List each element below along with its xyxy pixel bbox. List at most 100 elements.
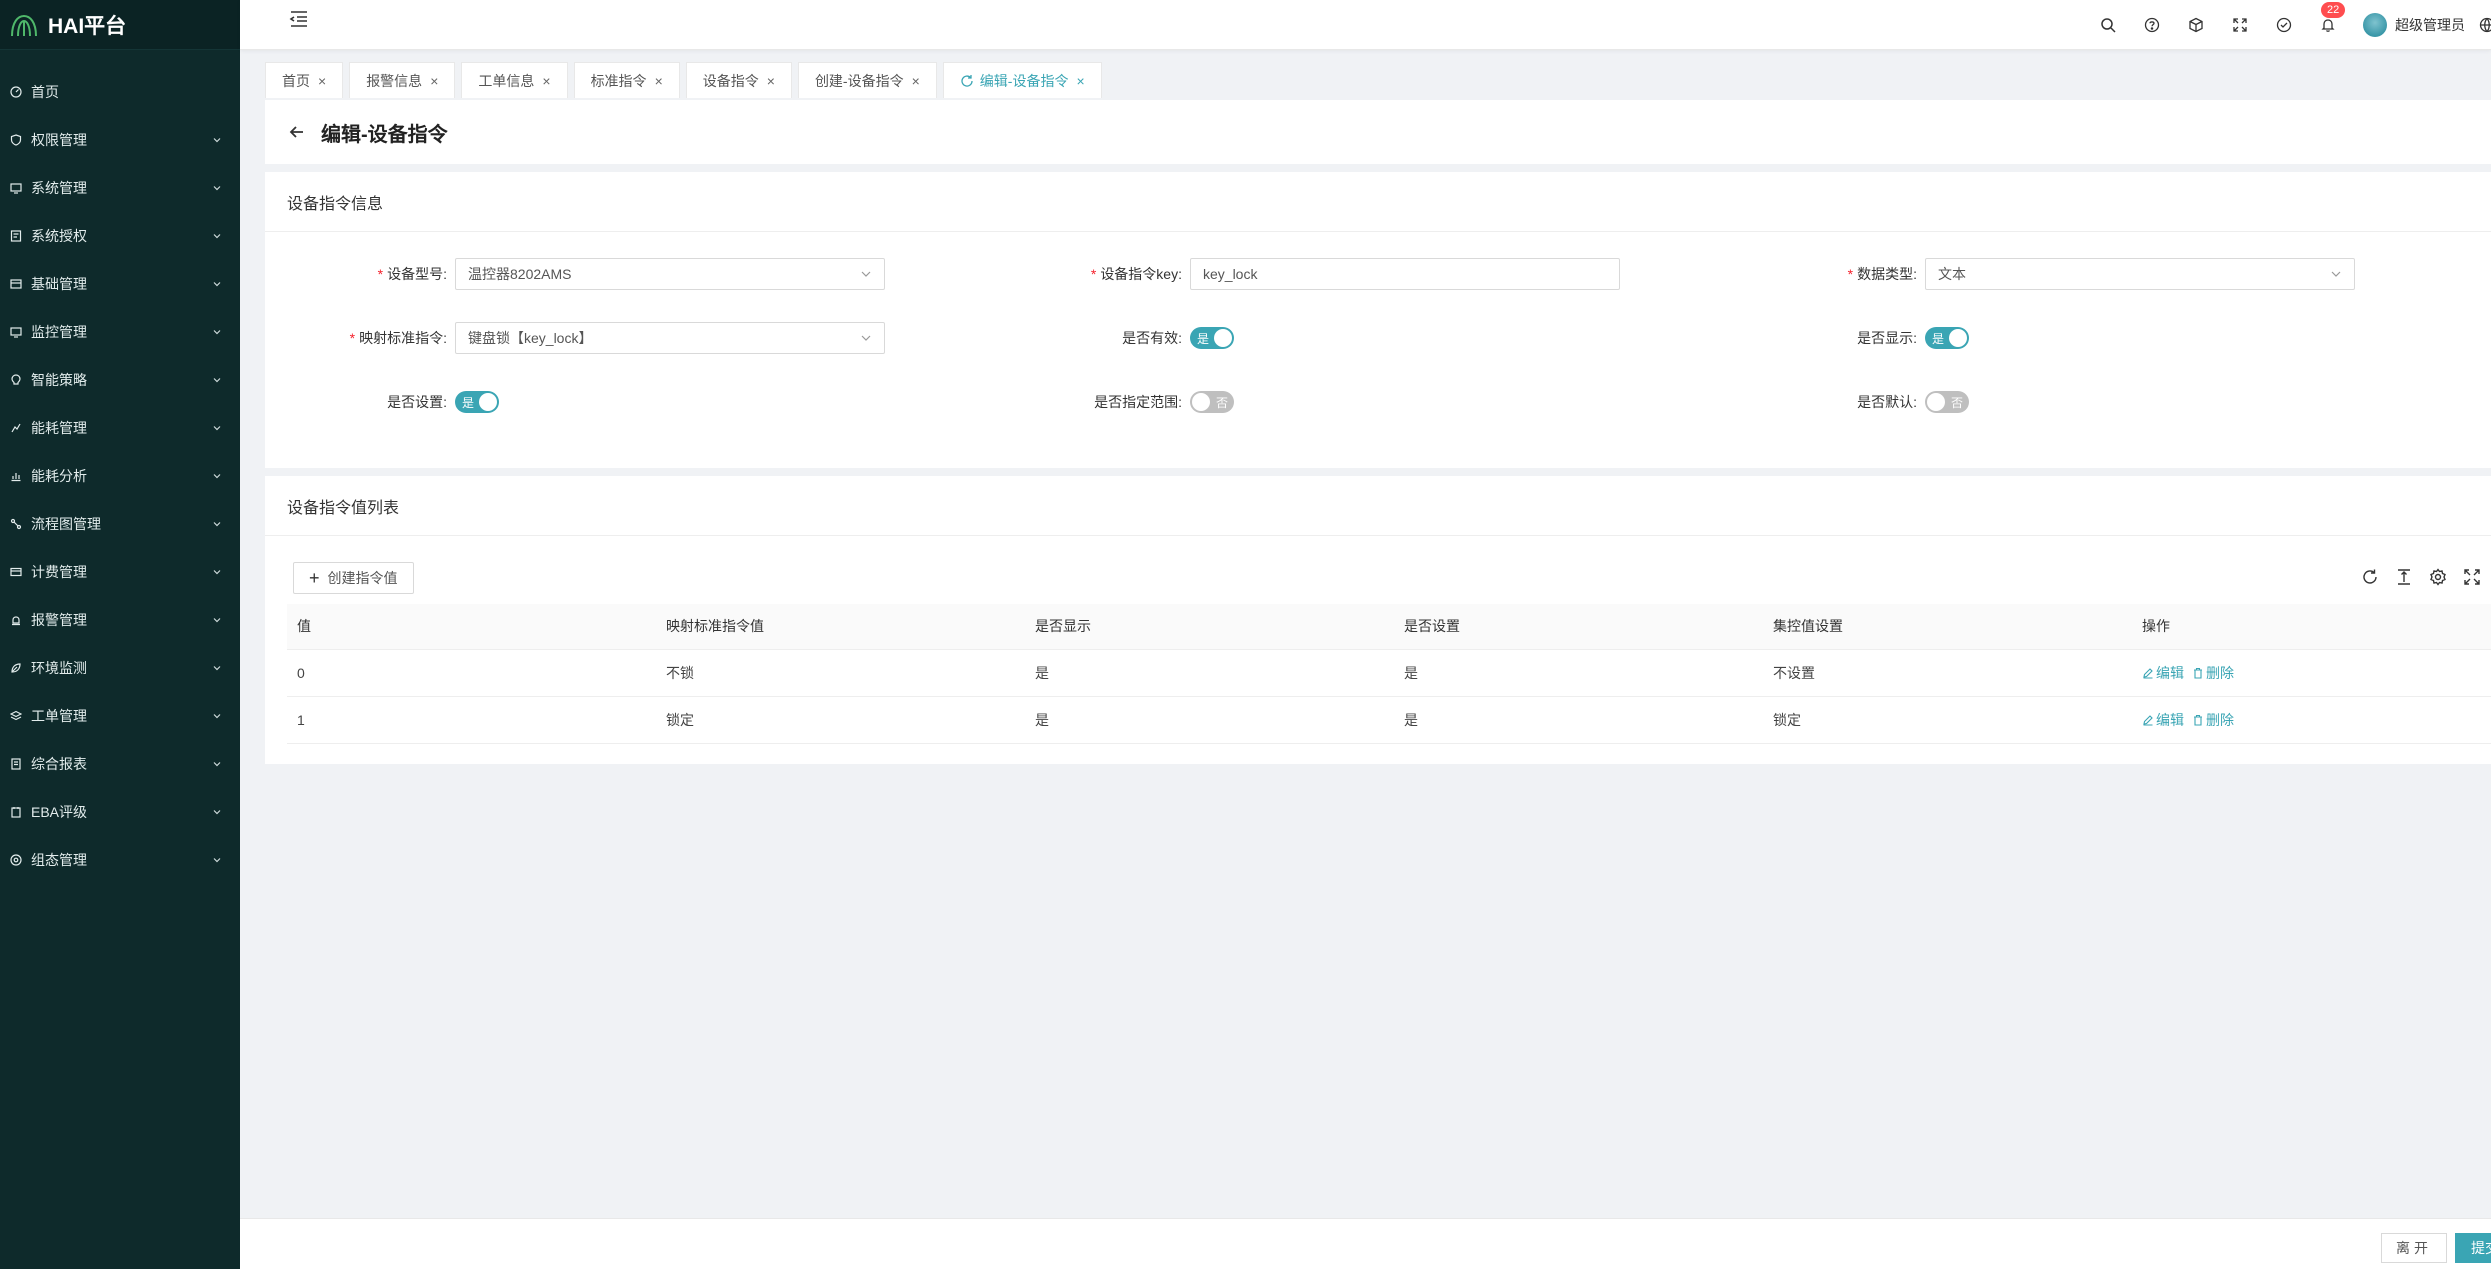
leaf-icon bbox=[10, 662, 22, 674]
sidebar-item-9[interactable]: 流程图管理 bbox=[0, 500, 240, 548]
is-setting-switch[interactable]: 是 bbox=[455, 391, 499, 413]
tab-label: 工单信息 bbox=[478, 72, 535, 89]
command-value-list-panel: 设备指令值列表 + 创建指令值 值映射标准指令值 是否显示 是否设置 集控值设置 操作 0… bbox=[265, 476, 2491, 764]
edit-button[interactable]: 编辑 bbox=[2142, 710, 2184, 730]
close-icon[interactable]: × bbox=[318, 73, 326, 89]
cell-mapped: 不锁 bbox=[656, 649, 1025, 697]
tab-4[interactable]: 设备指令 × bbox=[685, 62, 792, 98]
mapped-command-row: * 映射标准指令: 键盘锁【key_lock】 bbox=[265, 322, 885, 354]
close-icon[interactable]: × bbox=[430, 73, 438, 89]
table-row: 1 锁定是是锁定 编辑 删除 bbox=[287, 696, 2491, 744]
tab-0[interactable]: 首页 × bbox=[265, 62, 344, 98]
chevron-down-icon bbox=[213, 618, 221, 623]
close-icon[interactable]: × bbox=[1076, 73, 1084, 89]
leaf-logo-icon bbox=[11, 14, 37, 36]
is-setting-label: 是否设置: bbox=[387, 394, 447, 410]
globe-icon[interactable] bbox=[2479, 17, 2491, 33]
sidebar-item-10[interactable]: 计费管理 bbox=[0, 548, 240, 596]
sidebar-item-1[interactable]: 权限管理 bbox=[0, 116, 240, 164]
sidebar-item-7[interactable]: 能耗管理 bbox=[0, 404, 240, 452]
sidebar-item-2[interactable]: 系统管理 bbox=[0, 164, 240, 212]
table-header-row: 值映射标准指令值 是否显示 是否设置 集控值设置 操作 bbox=[287, 604, 2491, 650]
sidebar-item-label: 综合报表 bbox=[31, 756, 87, 772]
settings-icon[interactable] bbox=[2429, 568, 2447, 586]
is-range-switch[interactable]: 否 bbox=[1190, 391, 1234, 413]
list-toolbar: + 创建指令值 bbox=[293, 562, 414, 594]
fullscreen-icon[interactable] bbox=[2231, 16, 2249, 34]
sidebar-item-13[interactable]: 工单管理 bbox=[0, 692, 240, 740]
sidebar-item-0[interactable]: 首页 bbox=[0, 68, 240, 116]
menu-fold-icon[interactable] bbox=[288, 8, 310, 30]
mapped-command-select[interactable]: 键盘锁【key_lock】 bbox=[455, 322, 885, 354]
sidebar-item-label: 工单管理 bbox=[31, 708, 87, 724]
leave-button[interactable]: 离开 bbox=[2381, 1233, 2447, 1263]
create-value-button[interactable]: + 创建指令值 bbox=[293, 562, 414, 594]
chevron-down-icon bbox=[213, 570, 221, 575]
close-icon[interactable]: × bbox=[912, 73, 920, 89]
monitor-icon bbox=[10, 326, 22, 338]
username: 超级管理员 bbox=[2395, 17, 2465, 33]
column-height-icon[interactable] bbox=[2395, 568, 2413, 586]
cell-display: 是 bbox=[1025, 649, 1394, 697]
back-arrow-icon[interactable] bbox=[287, 122, 307, 142]
tab-3[interactable]: 标准指令 × bbox=[573, 62, 680, 98]
column-header: 集控值设置 bbox=[1763, 604, 2132, 650]
tab-2[interactable]: 工单信息 × bbox=[461, 62, 568, 98]
sidebar-item-label: 权限管理 bbox=[31, 132, 87, 148]
edit-button[interactable]: 编辑 bbox=[2142, 663, 2184, 683]
sidebar-item-6[interactable]: 智能策略 bbox=[0, 356, 240, 404]
database-icon bbox=[10, 278, 22, 290]
command-key-input[interactable]: key_lock bbox=[1190, 258, 1620, 290]
delete-button[interactable]: 删除 bbox=[2192, 663, 2234, 683]
tab-5[interactable]: 创建-设备指令 × bbox=[797, 62, 937, 98]
sidebar-item-4[interactable]: 基础管理 bbox=[0, 260, 240, 308]
edit-icon bbox=[2142, 714, 2156, 726]
device-model-select[interactable]: 温控器8202AMS bbox=[455, 258, 885, 290]
delete-icon bbox=[2192, 667, 2206, 679]
close-icon[interactable]: × bbox=[542, 73, 550, 89]
package-icon[interactable] bbox=[2187, 16, 2205, 34]
sidebar-item-12[interactable]: 环境监测 bbox=[0, 644, 240, 692]
sidebar-item-3[interactable]: 系统授权 bbox=[0, 212, 240, 260]
sidebar-item-15[interactable]: EBA评级 bbox=[0, 788, 240, 836]
chevron-down-icon bbox=[213, 762, 221, 767]
sidebar-item-11[interactable]: 报警管理 bbox=[0, 596, 240, 644]
is-valid-switch[interactable]: 是 bbox=[1190, 327, 1234, 349]
chevron-down-icon bbox=[213, 858, 221, 863]
chart-icon bbox=[10, 470, 22, 482]
delete-button[interactable]: 删除 bbox=[2192, 710, 2234, 730]
sidebar-item-8[interactable]: 能耗分析 bbox=[0, 452, 240, 500]
fullscreen-icon[interactable] bbox=[2463, 568, 2481, 586]
tab-6[interactable]: 编辑-设备指令 × bbox=[942, 62, 1102, 98]
chevron-down-icon bbox=[2331, 271, 2341, 277]
sidebar-item-14[interactable]: 综合报表 bbox=[0, 740, 240, 788]
device-model-row: * 设备型号: 温控器8202AMS bbox=[265, 258, 885, 290]
data-type-select[interactable]: 文本 bbox=[1925, 258, 2355, 290]
command-key-label: 设备指令key bbox=[1100, 266, 1179, 282]
logo[interactable]: HAI平台 bbox=[0, 0, 240, 50]
sidebar-item-5[interactable]: 监控管理 bbox=[0, 308, 240, 356]
close-icon[interactable]: × bbox=[767, 73, 775, 89]
submit-button[interactable]: 提交 bbox=[2455, 1233, 2491, 1263]
sidebar-item-label: 组态管理 bbox=[31, 852, 87, 868]
chevron-down-icon bbox=[213, 330, 221, 335]
tab-label: 设备指令 bbox=[702, 72, 759, 89]
bell-icon[interactable]: 22 bbox=[2319, 2, 2346, 34]
check-shield-icon[interactable] bbox=[2275, 16, 2293, 34]
table-tools bbox=[2345, 568, 2481, 586]
search-icon[interactable] bbox=[2099, 16, 2117, 34]
is-default-switch[interactable]: 否 bbox=[1925, 391, 1969, 413]
tab-1[interactable]: 报警信息 × bbox=[349, 62, 456, 98]
section-title: 设备指令值列表 bbox=[265, 476, 2491, 536]
sidebar-item-label: 环境监测 bbox=[31, 660, 87, 676]
billing-icon bbox=[10, 566, 22, 578]
is-display-switch[interactable]: 是 bbox=[1925, 327, 1969, 349]
is-valid-row: 是否有效: 是 bbox=[1000, 322, 1234, 354]
cell-actions: 编辑 删除 bbox=[2132, 649, 2491, 697]
column-header: 操作 bbox=[2132, 604, 2491, 650]
close-icon[interactable]: × bbox=[655, 73, 663, 89]
sidebar-item-16[interactable]: 组态管理 bbox=[0, 836, 240, 884]
refresh-icon[interactable] bbox=[2361, 568, 2379, 586]
user-menu[interactable]: 超级管理员 bbox=[2363, 13, 2465, 37]
help-icon[interactable] bbox=[2143, 16, 2161, 34]
